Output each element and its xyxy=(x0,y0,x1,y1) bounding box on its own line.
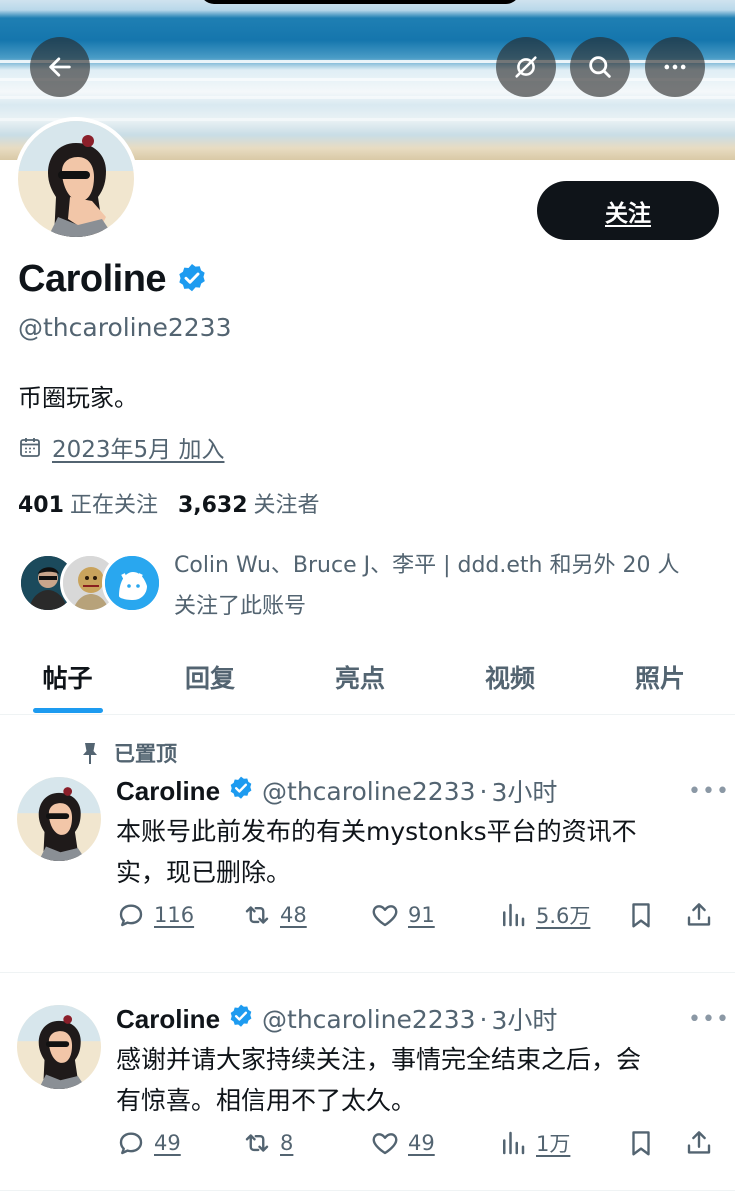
bookmark-icon xyxy=(632,1131,650,1156)
back-button[interactable] xyxy=(30,37,90,97)
heart-icon xyxy=(372,1133,398,1155)
device-notch xyxy=(200,0,520,4)
calendar-icon xyxy=(20,438,40,457)
post-actions: 116 48 91 5.6万 xyxy=(116,900,716,940)
post-text: 本账号此前发布的有关mystonks平台的资讯不 实，现已删除。 xyxy=(116,817,637,887)
post-author-name[interactable]: Caroline xyxy=(116,776,220,807)
views-icon xyxy=(503,1131,525,1155)
post-actions: 49 8 49 1万 xyxy=(116,1128,716,1168)
profile-bio: 币圈玩家。 xyxy=(18,384,138,412)
joined-date-text[interactable]: 2023年5月 加入 xyxy=(52,430,224,464)
share-icon xyxy=(687,1131,711,1154)
reply-button[interactable]: 49 xyxy=(116,1128,181,1158)
profile-name: Caroline xyxy=(18,258,167,300)
profile-tabs: 帖子 回复 亮点 视频 照片 xyxy=(0,640,735,715)
profile-handle: @thcaroline2233 xyxy=(18,313,232,342)
post-author-handle[interactable]: @thcaroline2233 xyxy=(262,777,475,806)
share-icon xyxy=(687,903,711,926)
back-icon xyxy=(49,57,71,77)
heart-icon xyxy=(372,905,398,927)
follow-button[interactable]: 关注 xyxy=(537,181,719,240)
profile-name-row: Caroline xyxy=(18,258,208,301)
repost-button[interactable]: 48 xyxy=(242,900,307,930)
post-author-handle[interactable]: @thcaroline2233 xyxy=(262,1005,475,1034)
repost-icon xyxy=(245,1134,269,1152)
post-avatar[interactable] xyxy=(17,777,101,861)
post-avatar[interactable] xyxy=(17,1005,101,1089)
active-tab-indicator xyxy=(32,708,103,713)
like-button[interactable]: 49 xyxy=(370,1128,435,1158)
tab-videos[interactable]: 视频 xyxy=(435,640,585,714)
post-header: Caroline @thcaroline2233 · 3小时 xyxy=(116,773,557,809)
followers-stat[interactable]: 3,632 关注者 xyxy=(178,487,320,519)
bookmark-button[interactable] xyxy=(626,900,656,930)
share-button[interactable] xyxy=(684,1128,714,1158)
known-follower-avatar xyxy=(102,553,162,613)
like-button[interactable]: 91 xyxy=(370,900,435,930)
reply-button[interactable]: 116 xyxy=(116,900,194,930)
hide-icon xyxy=(515,56,537,78)
joined-date: 2023年5月 加入 xyxy=(18,430,224,464)
post-header: Caroline @thcaroline2233 · 3小时 xyxy=(116,1001,557,1037)
tab-replies[interactable]: 回复 xyxy=(135,640,285,714)
post-more-icon[interactable]: ••• xyxy=(688,779,730,804)
verified-badge-icon xyxy=(228,775,254,807)
views-button[interactable]: 5.6万 xyxy=(498,900,590,930)
reply-icon xyxy=(119,904,143,927)
known-followers-avatars xyxy=(18,553,168,613)
post-item[interactable]: Caroline @thcaroline2233 · 3小时 ••• 感谢并请大… xyxy=(0,973,735,1191)
post-time[interactable]: 3小时 xyxy=(491,1001,557,1037)
search-icon xyxy=(589,56,611,78)
hide-button[interactable] xyxy=(496,37,556,97)
profile-stats: 401 正在关注 3,632 关注者 xyxy=(18,487,320,519)
more-icon xyxy=(664,64,686,70)
share-button[interactable] xyxy=(684,900,714,930)
verified-badge-icon xyxy=(228,1003,254,1035)
known-followers-text: Colin Wu、Bruce J、李平 | ddd.eth 和另外 20 人 关… xyxy=(174,553,680,619)
tab-highlights[interactable]: 亮点 xyxy=(285,640,435,714)
profile-avatar[interactable] xyxy=(14,117,138,241)
repost-button[interactable]: 8 xyxy=(242,1128,293,1158)
reply-icon xyxy=(119,1132,143,1155)
post-more-icon[interactable]: ••• xyxy=(688,1007,730,1032)
verified-badge-icon xyxy=(176,262,208,298)
search-button[interactable] xyxy=(570,37,630,97)
tab-photos[interactable]: 照片 xyxy=(585,640,735,714)
views-button[interactable]: 1万 xyxy=(498,1128,570,1158)
post-time[interactable]: 3小时 xyxy=(491,773,557,809)
post-author-name[interactable]: Caroline xyxy=(116,1004,220,1035)
bookmark-icon xyxy=(632,903,650,928)
views-icon xyxy=(503,903,525,927)
tab-posts[interactable]: 帖子 xyxy=(0,640,135,714)
post-item[interactable]: Caroline @thcaroline2233 · 3小时 ••• 本账号此前… xyxy=(0,715,735,973)
more-button[interactable] xyxy=(645,37,705,97)
post-text: 感谢并请大家持续关注，事情完全结束之后，会 有惊喜。相信用不了太久。 xyxy=(116,1045,642,1115)
following-stat[interactable]: 401 正在关注 xyxy=(18,487,158,519)
repost-icon xyxy=(245,906,269,924)
bookmark-button[interactable] xyxy=(626,1128,656,1158)
